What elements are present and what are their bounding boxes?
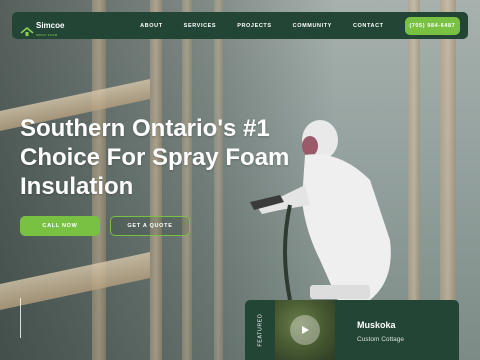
top-navigation-bar: Simcoe SPRAY FOAM ABOUT SERVICES PROJECT…: [12, 12, 468, 39]
site-logo[interactable]: Simcoe SPRAY FOAM: [20, 15, 66, 37]
hero-headline: Southern Ontario's #1 Choice For Spray F…: [20, 114, 320, 201]
play-icon: [302, 326, 309, 334]
featured-title: Muskoka: [357, 320, 396, 330]
nav-link-services[interactable]: SERVICES: [184, 23, 217, 29]
call-now-button[interactable]: CALL NOW: [20, 216, 100, 236]
headline-line-1: Southern Ontario's #1: [20, 115, 270, 142]
nav-links: ABOUT SERVICES PROJECTS COMMUNITY CONTAC…: [140, 23, 405, 29]
featured-subtitle: Custom Cottage: [357, 336, 404, 343]
scroll-indicator-line: [20, 298, 21, 338]
featured-thumbnail[interactable]: [275, 300, 335, 360]
phone-button[interactable]: (705) 984-6487: [404, 16, 460, 35]
headline-line-3: Insulation: [20, 173, 134, 200]
featured-label: FEATURED: [257, 313, 264, 347]
play-button[interactable]: [290, 315, 320, 345]
house-roof-icon: [20, 26, 34, 36]
nav-link-community[interactable]: COMMUNITY: [293, 23, 332, 29]
get-a-quote-button[interactable]: GET A QUOTE: [110, 216, 190, 236]
nav-link-about[interactable]: ABOUT: [140, 23, 163, 29]
logo-tagline: SPRAY FOAM: [36, 32, 58, 37]
logo-wordmark: Simcoe: [36, 20, 65, 30]
nav-link-projects[interactable]: PROJECTS: [237, 23, 271, 29]
featured-info: Muskoka Custom Cottage: [335, 300, 404, 360]
featured-project-card[interactable]: FEATURED Muskoka Custom Cottage: [245, 300, 459, 360]
featured-label-wrap: FEATURED: [245, 300, 275, 360]
nav-link-contact[interactable]: CONTACT: [353, 23, 384, 29]
headline-line-2: Choice For Spray Foam: [20, 144, 290, 171]
